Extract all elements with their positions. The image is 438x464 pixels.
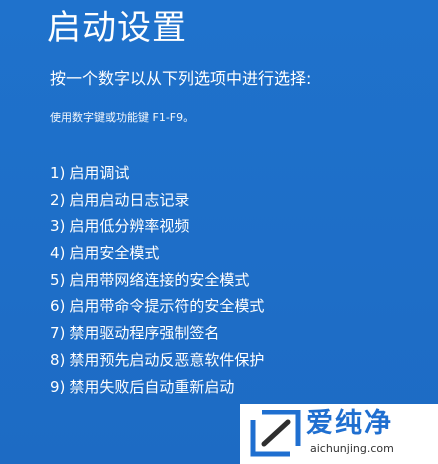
option-number: 6) (50, 297, 66, 316)
watermark-logo: 爱纯净 aichunjing.com (240, 404, 438, 464)
option-label: 启用调试 (69, 164, 130, 182)
option-number: 4) (50, 244, 66, 263)
option-label: 启用带命令提示符的安全模式 (69, 297, 265, 316)
option-safe-mode-networking[interactable]: 5) 启用带网络连接的安全模式 (50, 267, 264, 294)
watermark-brand-name: 爱纯净 (306, 408, 393, 439)
option-disable-early-antimalware[interactable]: 8) 禁用预先启动反恶意软件保护 (50, 347, 264, 374)
option-disable-auto-restart[interactable]: 9) 禁用失败后自动重新启动 (50, 374, 264, 401)
option-safe-mode-command-prompt[interactable]: 6) 启用带命令提示符的安全模式 (50, 293, 264, 320)
option-number: 2) (50, 190, 66, 209)
option-label: 启用带网络连接的安全模式 (69, 270, 250, 289)
option-disable-driver-signature[interactable]: 7) 禁用驱动程序强制签名 (50, 320, 264, 347)
option-number: 3) (50, 217, 66, 236)
option-number: 8) (50, 350, 66, 369)
option-number: 1) (50, 164, 66, 182)
option-enable-boot-logging[interactable]: 2) 启用启动日志记录 (50, 187, 264, 214)
option-enable-debugging[interactable]: 1) 启用调试 (50, 160, 264, 187)
startup-settings-screen: 启动设置 按一个数字以从下列选项中进行选择: 使用数字键或功能键 F1-F9。 … (0, 0, 438, 464)
page-title: 启动设置 (47, 8, 187, 48)
option-label: 启用低分辨率视频 (69, 217, 190, 236)
option-label: 启用安全模式 (69, 244, 160, 263)
watermark-url: aichunjing.com (310, 442, 394, 455)
option-label: 禁用预先启动反恶意软件保护 (69, 350, 265, 369)
option-label: 禁用失败后自动重新启动 (69, 377, 235, 396)
option-label: 启用启动日志记录 (69, 190, 190, 209)
startup-options-list: 1) 启用调试 2) 启用启动日志记录 3) 启用低分辨率视频 4) 启用安全模式 5)… (50, 160, 264, 400)
option-enable-low-resolution-video[interactable]: 3) 启用低分辨率视频 (50, 213, 264, 240)
option-number: 7) (50, 324, 66, 343)
key-hint-text: 使用数字键或功能键 F1-F9。 (50, 111, 195, 124)
option-label: 禁用驱动程序强制签名 (69, 324, 220, 343)
option-number: 9) (50, 377, 66, 396)
instruction-text: 按一个数字以从下列选项中进行选择: (50, 69, 312, 88)
aichunjing-logo-icon (250, 410, 301, 457)
option-enable-safe-mode[interactable]: 4) 启用安全模式 (50, 240, 264, 267)
option-number: 5) (50, 270, 66, 289)
